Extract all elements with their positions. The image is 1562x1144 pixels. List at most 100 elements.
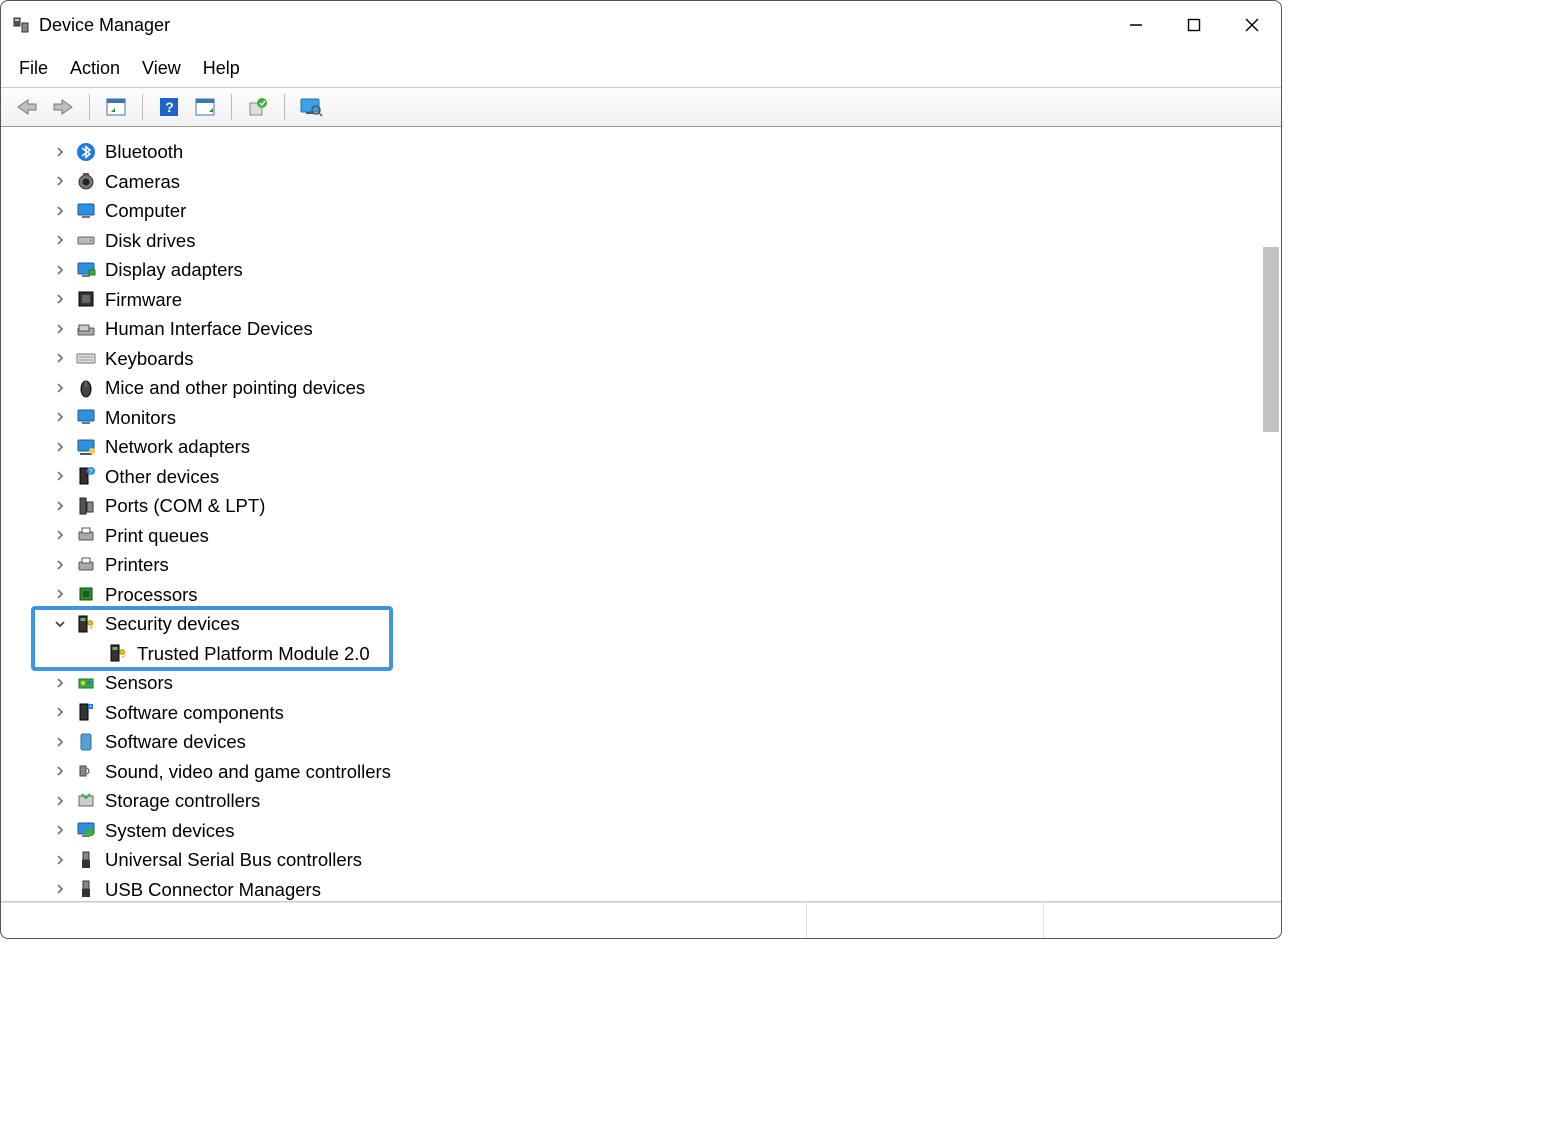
chevron-right-icon[interactable]	[51, 143, 69, 161]
tree-node-usb[interactable]: Universal Serial Bus controllers	[15, 845, 1281, 875]
back-button[interactable]	[11, 93, 43, 121]
tree-node-label: Print queues	[105, 521, 209, 551]
mouse-icon	[75, 377, 97, 399]
tree-node-system[interactable]: System devices	[15, 816, 1281, 846]
chevron-right-icon[interactable]	[51, 703, 69, 721]
tree-node-label: Firmware	[105, 285, 182, 315]
chevron-right-icon[interactable]	[51, 261, 69, 279]
chevron-right-icon[interactable]	[51, 674, 69, 692]
chevron-right-icon[interactable]	[51, 762, 69, 780]
tree-node-usbconn[interactable]: USB Connector Managers	[15, 875, 1281, 902]
show-hidden-button[interactable]	[100, 93, 132, 121]
chevron-right-icon[interactable]	[51, 467, 69, 485]
display-icon	[75, 259, 97, 281]
window-title: Device Manager	[39, 15, 170, 36]
tree-node-label: Universal Serial Bus controllers	[105, 845, 362, 875]
tree-node-label: Cameras	[105, 167, 180, 197]
tree-node-printqueue[interactable]: Print queues	[15, 521, 1281, 551]
hid-icon	[75, 318, 97, 340]
tree-node-firmware[interactable]: Firmware	[15, 285, 1281, 315]
menu-file[interactable]: File	[19, 58, 48, 79]
minimize-button[interactable]	[1107, 1, 1165, 49]
scan-hardware-button[interactable]	[295, 93, 327, 121]
toolbar: ?	[1, 87, 1281, 127]
close-button[interactable]	[1223, 1, 1281, 49]
tree-node-label: Processors	[105, 580, 198, 610]
help-button[interactable]: ?	[153, 93, 185, 121]
tree-child-security[interactable]: Trusted Platform Module 2.0	[15, 639, 1281, 669]
chevron-right-icon[interactable]	[51, 320, 69, 338]
tree-node-sound[interactable]: Sound, video and game controllers	[15, 757, 1281, 787]
tree-node-label: Human Interface Devices	[105, 314, 313, 344]
tree-node-processor[interactable]: Processors	[15, 580, 1281, 610]
sensors-icon	[75, 672, 97, 694]
chevron-right-icon[interactable]	[51, 821, 69, 839]
tree-node-camera[interactable]: Cameras	[15, 167, 1281, 197]
title-bar: Device Manager	[1, 1, 1281, 49]
menu-view[interactable]: View	[142, 58, 181, 79]
update-driver-button[interactable]	[242, 93, 274, 121]
svg-text:?: ?	[165, 99, 174, 115]
tree-node-keyboard[interactable]: Keyboards	[15, 344, 1281, 374]
tree-node-swcomp[interactable]: + Software components	[15, 698, 1281, 728]
tree-node-label: Bluetooth	[105, 137, 183, 167]
usb-icon	[75, 849, 97, 871]
vertical-scrollbar[interactable]	[1263, 247, 1279, 432]
forward-button[interactable]	[47, 93, 79, 121]
tree-node-label: System devices	[105, 816, 235, 846]
keyboard-icon	[75, 347, 97, 369]
chevron-right-icon[interactable]	[51, 497, 69, 515]
chevron-right-icon[interactable]	[51, 792, 69, 810]
tree-node-computer[interactable]: Computer	[15, 196, 1281, 226]
chevron-right-icon[interactable]	[51, 851, 69, 869]
storage-icon	[75, 790, 97, 812]
chevron-right-icon[interactable]	[51, 880, 69, 898]
chevron-right-icon[interactable]	[51, 202, 69, 220]
menu-help[interactable]: Help	[203, 58, 240, 79]
chevron-right-icon[interactable]	[51, 556, 69, 574]
chevron-right-icon[interactable]	[51, 438, 69, 456]
chevron-right-icon[interactable]	[51, 231, 69, 249]
tree-node-security[interactable]: Security devices	[15, 609, 1281, 639]
tree-node-ports[interactable]: Ports (COM & LPT)	[15, 491, 1281, 521]
chevron-right-icon[interactable]	[51, 379, 69, 397]
tree-node-other[interactable]: ? Other devices	[15, 462, 1281, 492]
tree-node-monitor[interactable]: Monitors	[15, 403, 1281, 433]
tree-node-sensors[interactable]: Sensors	[15, 668, 1281, 698]
swdev-icon	[75, 731, 97, 753]
system-icon	[75, 819, 97, 841]
tree-node-label: Computer	[105, 196, 186, 226]
tree-node-printer[interactable]: Printers	[15, 550, 1281, 580]
chevron-right-icon[interactable]	[51, 349, 69, 367]
tree-node-network[interactable]: Network adapters	[15, 432, 1281, 462]
tree-node-label: USB Connector Managers	[105, 875, 321, 902]
maximize-button[interactable]	[1165, 1, 1223, 49]
properties-button[interactable]	[189, 93, 221, 121]
security-icon	[75, 613, 97, 635]
printer-icon	[75, 554, 97, 576]
chevron-right-icon[interactable]	[51, 526, 69, 544]
ports-icon	[75, 495, 97, 517]
tree-node-label: Mice and other pointing devices	[105, 373, 365, 403]
device-manager-window: Device Manager File Action View Help ?	[0, 0, 1282, 939]
chevron-down-icon[interactable]	[51, 615, 69, 633]
tree-node-bluetooth[interactable]: Bluetooth	[15, 137, 1281, 167]
tree-node-label: Software components	[105, 698, 284, 728]
tree-node-storage[interactable]: Storage controllers	[15, 786, 1281, 816]
chevron-right-icon[interactable]	[51, 733, 69, 751]
tree-node-swdev[interactable]: Software devices	[15, 727, 1281, 757]
chevron-right-icon[interactable]	[51, 585, 69, 603]
chevron-right-icon[interactable]	[51, 408, 69, 426]
tree-node-display[interactable]: Display adapters	[15, 255, 1281, 285]
tree-node-label: Sensors	[105, 668, 173, 698]
svg-text:?: ?	[89, 469, 93, 476]
menu-action[interactable]: Action	[70, 58, 120, 79]
chevron-right-icon[interactable]	[51, 172, 69, 190]
tree-node-label: Security devices	[105, 609, 240, 639]
tree-node-mouse[interactable]: Mice and other pointing devices	[15, 373, 1281, 403]
tree-node-disk[interactable]: Disk drives	[15, 226, 1281, 256]
tree-node-hid[interactable]: Human Interface Devices	[15, 314, 1281, 344]
computer-icon	[75, 200, 97, 222]
chevron-right-icon[interactable]	[51, 290, 69, 308]
device-tree[interactable]: Bluetooth Cameras Computer Disk drives D…	[1, 127, 1281, 901]
